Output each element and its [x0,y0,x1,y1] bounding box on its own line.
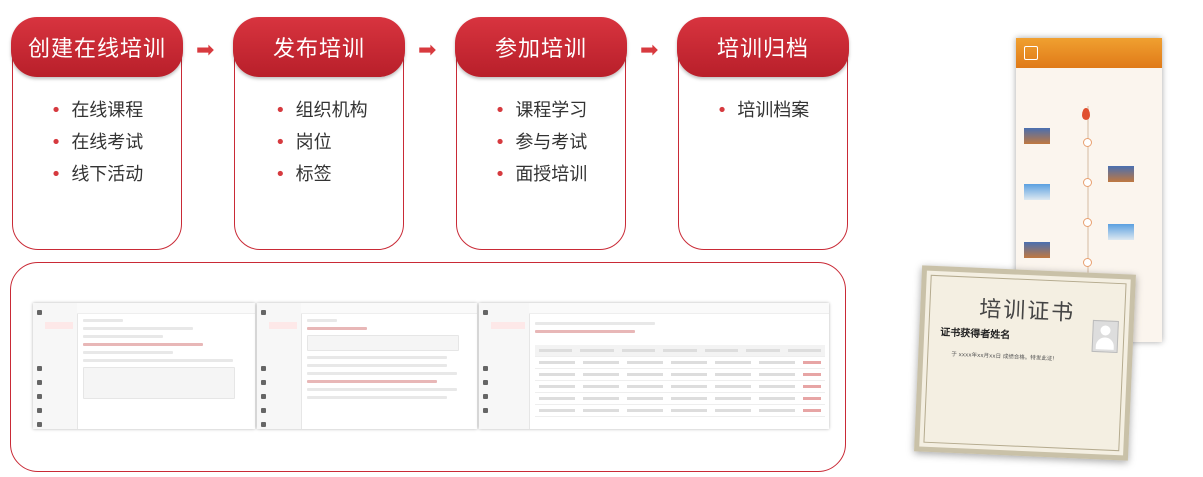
certificate-holder-name: 证书获得者姓名 [939,327,1011,342]
bullet-icon: • [275,132,286,153]
bullet-icon: • [494,100,506,121]
screenshots-panel [10,262,846,472]
list-item: • 线下活动 [13,159,181,191]
bullet-icon: • [494,164,506,185]
bullet-icon: • [50,164,62,185]
sidebar [257,303,302,429]
sidebar [33,303,78,429]
step-title-join: 参加培训 [455,17,627,77]
step-items-publish: • 组织机构 • 岗位 • 标签 [235,95,403,191]
course-thumbnail [1108,166,1134,182]
step-card-archive: 培训归档 • 培训档案 [677,17,849,250]
table-row [535,381,825,393]
avatar-placeholder-icon [1091,319,1119,354]
table-row [535,357,825,369]
list-item: • 在线考试 [13,127,181,159]
step-card-create: 创建在线培训 • 在线课程 • 在线考试 • 线下活动 [11,17,183,250]
arrow-right-icon: ➡ [418,38,437,63]
course-thumbnail [1108,224,1134,240]
table-row [535,405,825,417]
screenshot-training-list [479,303,829,429]
training-certificate: 培训证书 证书获得者姓名 于 xxxx年xx月xx日 成绩合格。特发此证! [914,265,1136,461]
list-item: • 组织机构 [235,95,403,127]
table-row [535,369,825,381]
list-item: • 岗位 [235,127,403,159]
table-row [535,345,825,357]
list-area [529,303,829,429]
list-item: • 面授培训 [457,159,625,191]
course-thumbnail [1024,184,1050,200]
step-title-publish: 发布培训 [233,17,405,77]
arrow-right-icon: ➡ [640,38,659,63]
data-table [535,345,825,417]
list-item: • 标签 [235,159,403,191]
publish-area [301,303,477,429]
step-items-archive: • 培训档案 [679,95,847,127]
step-card-join: 参加培训 • 课程学习 • 参与考试 • 面授培训 [455,17,627,250]
screenshot-publish-training [257,303,477,429]
table-row [535,393,825,405]
step-title-create: 创建在线培训 [11,17,183,77]
list-item: • 参与考试 [457,127,625,159]
map-pin-icon [1082,108,1090,120]
bullet-icon: • [275,100,286,121]
bullet-icon: • [716,100,728,121]
step-items-create: • 在线课程 • 在线考试 • 线下活动 [13,95,181,191]
step-title-archive: 培训归档 [677,17,849,77]
form-area [77,303,255,429]
course-thumbnail [1024,242,1050,258]
list-item: • 培训档案 [679,95,847,127]
bullet-icon: • [50,100,62,121]
list-item: • 在线课程 [13,95,181,127]
list-item: • 课程学习 [457,95,625,127]
sidebar [479,303,530,429]
phone-header [1016,38,1162,68]
arrow-right-icon: ➡ [196,38,215,63]
screenshot-create-training [33,303,255,429]
course-thumbnail [1024,128,1050,144]
bullet-icon: • [494,132,506,153]
step-items-join: • 课程学习 • 参与考试 • 面授培训 [457,95,625,191]
bullet-icon: • [275,164,286,185]
step-card-publish: 发布培训 • 组织机构 • 岗位 • 标签 [233,17,405,250]
back-button-icon [1024,46,1038,60]
bullet-icon: • [50,132,62,153]
